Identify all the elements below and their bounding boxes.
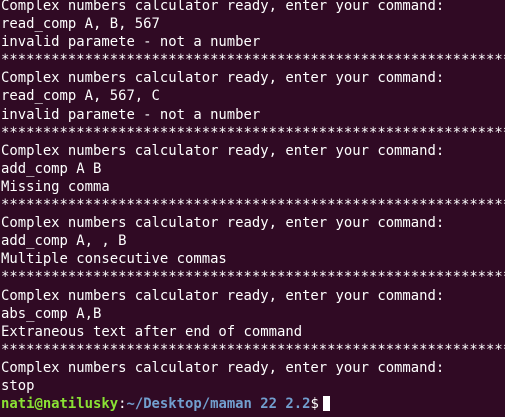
terminal-line: Complex numbers calculator ready, enter … (1, 142, 445, 159)
terminal-line: stop (1, 377, 35, 394)
terminal-line: read_comp A, B, 567 (1, 16, 160, 33)
terminal-line: add_comp A B (1, 160, 102, 177)
terminal-line: Complex numbers calculator ready, enter … (1, 0, 445, 14)
separator-line: ****************************************… (1, 124, 505, 141)
separator-line: ****************************************… (1, 341, 505, 358)
terminal-line: abs_comp A,B (1, 305, 102, 322)
terminal-line: read_comp A, 567, C (1, 88, 160, 105)
terminal-line: Missing comma (1, 178, 110, 195)
terminal-line: invalid paramete - not a number (1, 34, 261, 51)
terminal-line: Complex numbers calculator ready, enter … (1, 70, 445, 87)
shell-prompt[interactable]: nati@natilusky:~/Desktop/maman 22 2.2$ (1, 395, 505, 413)
prompt-path: ~/Desktop/maman 22 2.2 (126, 396, 311, 413)
terminal-line: Complex numbers calculator ready, enter … (1, 359, 445, 376)
separator-line: ****************************************… (1, 52, 505, 69)
prompt-dollar: $ (310, 396, 319, 413)
terminal-line: invalid paramete - not a number (1, 106, 261, 123)
terminal-line: Complex numbers calculator ready, enter … (1, 287, 445, 304)
terminal-output: Complex numbers calculator ready, enter … (1, 0, 505, 413)
terminal-line: Extraneous text after end of command (1, 323, 303, 340)
separator-line: ****************************************… (1, 269, 505, 286)
terminal-line: Multiple consecutive commas (1, 251, 227, 268)
terminal-window[interactable]: Complex numbers calculator ready, enter … (0, 0, 505, 417)
text-cursor (322, 396, 330, 412)
separator-line: ****************************************… (1, 197, 505, 214)
prompt-user-host: nati@natilusky (1, 396, 119, 413)
terminal-line: Complex numbers calculator ready, enter … (1, 215, 445, 232)
terminal-line: add_comp A, , B (1, 233, 127, 250)
